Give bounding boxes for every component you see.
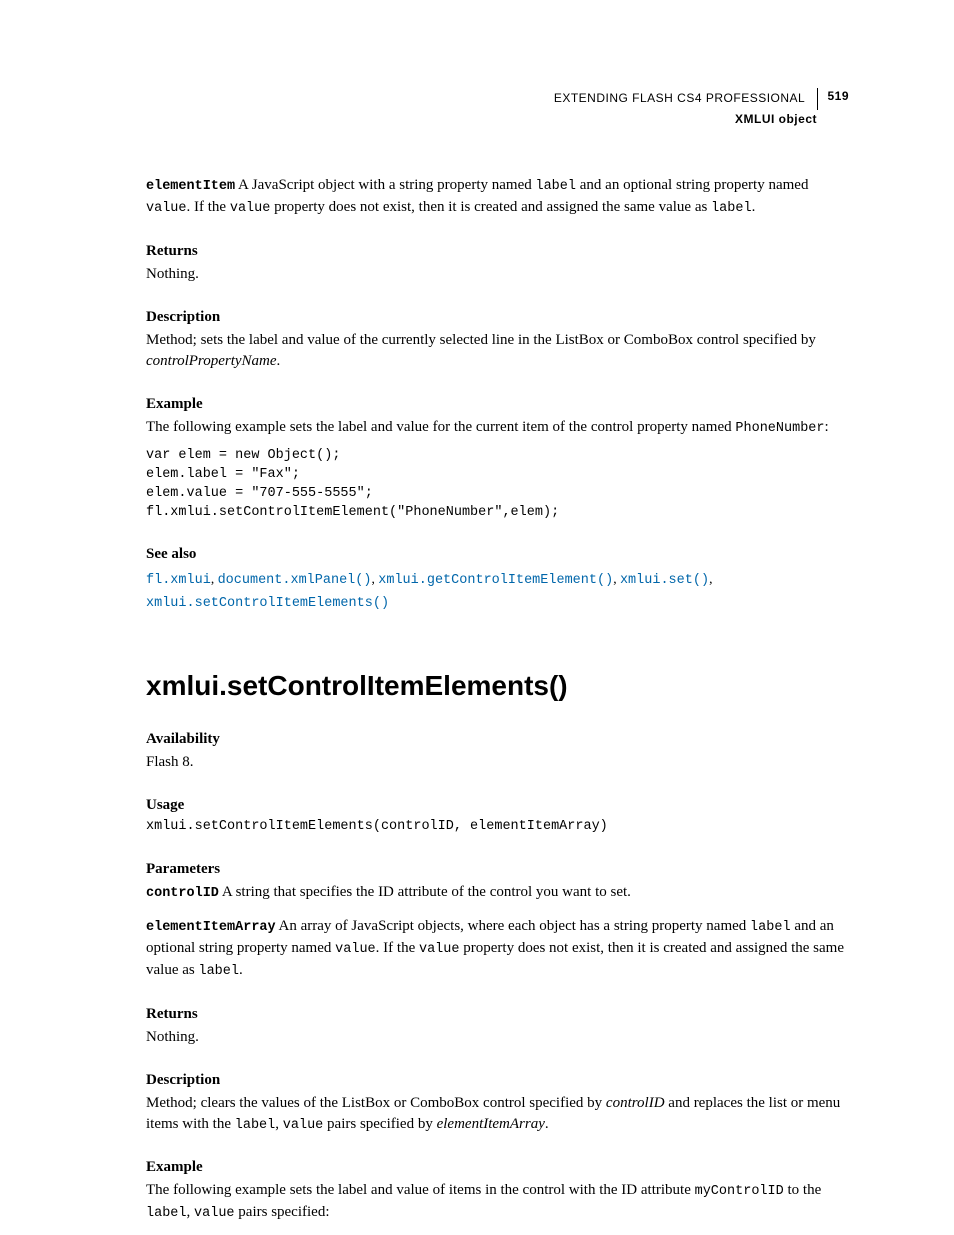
example-text: The following example sets the label and…	[146, 417, 849, 439]
header-separator	[817, 88, 818, 110]
example-label: Example	[146, 1157, 849, 1178]
inline-code: value	[146, 201, 187, 216]
inline-code: value	[230, 201, 271, 216]
inline-code: value	[335, 942, 376, 957]
text: ,	[613, 571, 620, 586]
description-text: Method; clears the values of the ListBox…	[146, 1093, 849, 1136]
param-name: elementItemArray	[146, 920, 276, 935]
text: pairs specified by	[323, 1116, 436, 1132]
text: .	[752, 199, 756, 215]
see-also-links: fl.xmlui, document.xmlPanel(), xmlui.get…	[146, 569, 849, 614]
link-document-xmlpanel[interactable]: document.xmlPanel()	[218, 573, 372, 588]
header-subtitle: XMLUI object	[146, 111, 817, 127]
example-label: Example	[146, 394, 849, 415]
italic-text: controlID	[606, 1095, 665, 1111]
text: A JavaScript object with a string proper…	[235, 177, 535, 193]
availability-text: Flash 8.	[146, 752, 849, 773]
link-xmlui-set[interactable]: xmlui.set()	[620, 573, 709, 588]
returns-text: Nothing.	[146, 1027, 849, 1048]
page-number: 519	[827, 89, 849, 103]
inline-code: PhoneNumber	[735, 421, 824, 436]
method-title: xmlui.setControlItemElements()	[146, 666, 849, 705]
description-text: Method; sets the label and value of the …	[146, 330, 849, 372]
param-name: controlID	[146, 886, 219, 901]
inline-code: value	[419, 942, 460, 957]
description-label: Description	[146, 307, 849, 328]
text: .	[545, 1116, 549, 1132]
text: . If the	[376, 940, 419, 956]
inline-code: label	[198, 964, 239, 979]
text: pairs specified:	[235, 1204, 330, 1220]
header-title: EXTENDING FLASH CS4 PROFESSIONAL	[554, 91, 805, 105]
parameters-label: Parameters	[146, 859, 849, 880]
text: An array of JavaScript objects, where ea…	[276, 918, 750, 934]
example-text: The following example sets the label and…	[146, 1180, 849, 1224]
link-xmlui-getcontrolitemelement[interactable]: xmlui.getControlItemElement()	[378, 573, 613, 588]
availability-label: Availability	[146, 729, 849, 750]
param-elementitemarray: elementItemArray An array of JavaScript …	[146, 916, 849, 982]
returns-label: Returns	[146, 1004, 849, 1025]
param-controlid: controlID A string that specifies the ID…	[146, 882, 849, 904]
returns-label: Returns	[146, 241, 849, 262]
text: ,	[211, 571, 218, 586]
text: .	[239, 962, 243, 978]
text: ,	[709, 571, 712, 586]
usage-code: xmlui.setControlItemElements(controlID, …	[146, 818, 849, 837]
text: .	[277, 353, 281, 369]
text: . If the	[187, 199, 230, 215]
link-fl-xmlui[interactable]: fl.xmlui	[146, 573, 211, 588]
link-xmlui-setcontrolitemelements[interactable]: xmlui.setControlItemElements()	[146, 596, 389, 611]
text: The following example sets the label and…	[146, 1182, 695, 1198]
description-label: Description	[146, 1070, 849, 1091]
page: EXTENDING FLASH CS4 PROFESSIONAL 519 XML…	[0, 0, 954, 1235]
inline-code: value	[283, 1118, 324, 1133]
text: to the	[784, 1182, 822, 1198]
inline-code: label	[711, 201, 752, 216]
text: Method; sets the label and value of the …	[146, 332, 816, 348]
inline-code: myControlID	[695, 1184, 784, 1199]
text: ,	[187, 1204, 195, 1220]
see-also-label: See also	[146, 544, 849, 565]
inline-code: label	[535, 179, 576, 194]
text: and an optional string property named	[576, 177, 808, 193]
usage-label: Usage	[146, 795, 849, 816]
text: Method; clears the values of the ListBox…	[146, 1095, 606, 1111]
param-name: elementItem	[146, 179, 235, 194]
italic-text: controlPropertyName	[146, 353, 277, 369]
code-block: var elem = new Object(); elem.label = "F…	[146, 447, 849, 523]
italic-text: elementItemArray	[437, 1116, 545, 1132]
text: property does not exist, then it is crea…	[270, 199, 711, 215]
returns-text: Nothing.	[146, 264, 849, 285]
param-elementitem: elementItem A JavaScript object with a s…	[146, 175, 849, 219]
page-header: EXTENDING FLASH CS4 PROFESSIONAL 519 XML…	[146, 88, 849, 127]
inline-code: label	[146, 1206, 187, 1221]
inline-code: label	[235, 1118, 276, 1133]
text: The following example sets the label and…	[146, 419, 735, 435]
text: ,	[275, 1116, 283, 1132]
inline-code: value	[194, 1206, 235, 1221]
text: A string that specifies the ID attribute…	[219, 884, 631, 900]
inline-code: label	[750, 920, 791, 935]
text: :	[825, 419, 829, 435]
